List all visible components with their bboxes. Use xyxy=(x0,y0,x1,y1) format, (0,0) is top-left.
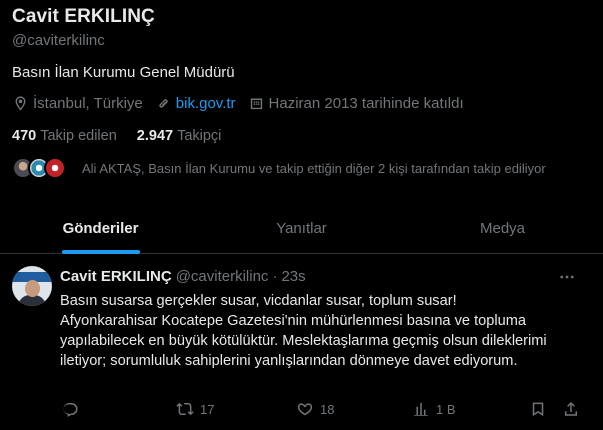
reply-button[interactable] xyxy=(61,400,79,418)
more-button[interactable] xyxy=(557,268,577,286)
tab-label: Yanıtlar xyxy=(276,220,327,237)
profile-tabs: Gönderiler Yanıtlar Medya xyxy=(0,196,603,254)
share-icon xyxy=(565,401,577,416)
tweet-time[interactable]: 23s xyxy=(281,268,305,285)
followers-link[interactable]: 2.947 Takipçi xyxy=(137,128,222,144)
tab-label: Medya xyxy=(479,220,526,237)
follower-avatars xyxy=(12,157,68,179)
tab-label: Gönderiler xyxy=(62,220,139,237)
following-count: 470 xyxy=(12,128,37,144)
tweet-author-name[interactable]: Cavit ERKILINÇ xyxy=(60,268,172,285)
avatar xyxy=(44,157,66,179)
website-item[interactable]: bik.gov.tr xyxy=(155,95,236,112)
retweet-icon xyxy=(176,402,194,416)
views-icon xyxy=(414,403,428,416)
following-link[interactable]: 470 Takip edilen xyxy=(12,128,117,144)
bookmark-button[interactable] xyxy=(529,400,547,418)
avatar[interactable] xyxy=(12,266,52,306)
tweet-author-handle[interactable]: @caviterkilinc xyxy=(176,268,269,285)
like-icon xyxy=(297,403,313,416)
location-text: İstanbul, Türkiye xyxy=(33,95,143,112)
more-icon xyxy=(560,275,574,279)
tweet-header: Cavit ERKILINÇ @caviterkilinc · 23s xyxy=(60,268,306,285)
tweet-actions: 17 18 1 B xyxy=(60,400,590,420)
joined-text: Haziran 2013 tarihinde katıldı xyxy=(268,95,464,112)
retweet-count: 17 xyxy=(200,401,215,417)
tweet[interactable]: Cavit ERKILINÇ @caviterkilinc · 23s Bası… xyxy=(0,254,603,430)
views-count: 1 B xyxy=(436,401,456,417)
location-item: İstanbul, Türkiye xyxy=(12,95,143,112)
profile-meta: İstanbul, Türkiye bik.gov.tr Haziran 201… xyxy=(12,95,476,112)
tab-media[interactable]: Medya xyxy=(402,196,603,253)
share-button[interactable] xyxy=(562,400,580,418)
tab-posts[interactable]: Gönderiler xyxy=(0,196,201,254)
separator: · xyxy=(272,268,278,285)
link-icon xyxy=(159,99,168,108)
followers-count: 2.947 xyxy=(136,128,174,144)
views-button[interactable]: 1 B xyxy=(412,400,456,418)
followers-you-know[interactable]: Ali AKTAŞ, Basın İlan Kurumu ve takip et… xyxy=(12,157,546,179)
location-icon xyxy=(15,96,26,111)
like-count: 18 xyxy=(320,401,335,417)
following-label: Takip edilen xyxy=(40,128,117,144)
profile-handle: @caviterkilinc xyxy=(12,32,105,49)
calendar-icon xyxy=(250,98,262,110)
reply-icon xyxy=(63,403,78,417)
website-link[interactable]: bik.gov.tr xyxy=(176,95,236,112)
retweet-button[interactable]: 17 xyxy=(176,400,214,418)
profile-bio: Basın İlan Kurumu Genel Müdürü xyxy=(12,64,235,81)
bookmark-icon xyxy=(532,402,544,417)
profile-display-name: Cavit ERKILINÇ xyxy=(12,6,155,27)
joined-item: Haziran 2013 tarihinde katıldı xyxy=(248,95,464,112)
followers-label: Takipçi xyxy=(177,128,222,144)
followed-by-text: Ali AKTAŞ, Basın İlan Kurumu ve takip et… xyxy=(82,160,546,176)
follow-stats: 470 Takip edilen 2.947 Takipçi xyxy=(12,128,241,144)
tab-replies[interactable]: Yanıtlar xyxy=(201,196,402,253)
like-button[interactable]: 18 xyxy=(296,400,334,418)
tweet-text: Basın susarsa gerçekler susar, vicdanlar… xyxy=(60,293,547,369)
